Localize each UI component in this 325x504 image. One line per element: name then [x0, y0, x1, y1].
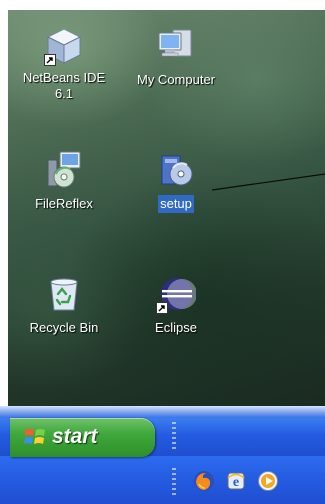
annotation-pointer-line: [212, 173, 325, 191]
desktop: NetBeans IDE 6.1 My Computer FileReflex …: [8, 10, 325, 406]
windows-logo-icon: [24, 429, 45, 444]
recycle-bin-icon: [44, 274, 84, 314]
media-player-icon[interactable]: [257, 470, 279, 492]
eclipse-icon: [156, 274, 197, 314]
desktop-icon-filereflex[interactable]: FileReflex: [8, 150, 123, 213]
firefox-icon[interactable]: [193, 470, 215, 492]
desktop-icon-label: My Computer: [136, 72, 216, 87]
filereflex-icon: [44, 150, 84, 190]
start-label: start: [52, 425, 98, 448]
shortcut-arrow-icon: [156, 302, 168, 314]
computer-icon: [156, 26, 196, 66]
desktop-icon-netbeans[interactable]: NetBeans IDE 6.1: [8, 26, 123, 103]
desktop-icon-label: NetBeans IDE 6.1: [22, 70, 106, 101]
start-button[interactable]: start: [10, 418, 155, 457]
desktop-icon-eclipse[interactable]: Eclipse: [117, 274, 235, 337]
taskbar-top-edge: [0, 406, 325, 418]
desktop-icon-recycle-bin[interactable]: Recycle Bin: [8, 274, 123, 337]
netbeans-cube-icon: [44, 26, 84, 66]
setup-installer-icon: [156, 150, 196, 190]
desktop-icon-my-computer[interactable]: My Computer: [117, 26, 235, 89]
desktop-icon-label: Recycle Bin: [29, 320, 99, 335]
internet-explorer-icon[interactable]: e: [225, 470, 247, 492]
svg-text:e: e: [233, 475, 239, 490]
screen: NetBeans IDE 6.1 My Computer FileReflex …: [0, 0, 325, 504]
shortcut-arrow-icon: [44, 54, 56, 66]
desktop-icon-label: Eclipse: [155, 320, 197, 335]
quick-launch-grip[interactable]: [172, 468, 176, 496]
toolbar-grip[interactable]: [172, 422, 176, 452]
desktop-icon-label: FileReflex: [35, 196, 93, 211]
desktop-icon-label: setup: [158, 195, 194, 213]
